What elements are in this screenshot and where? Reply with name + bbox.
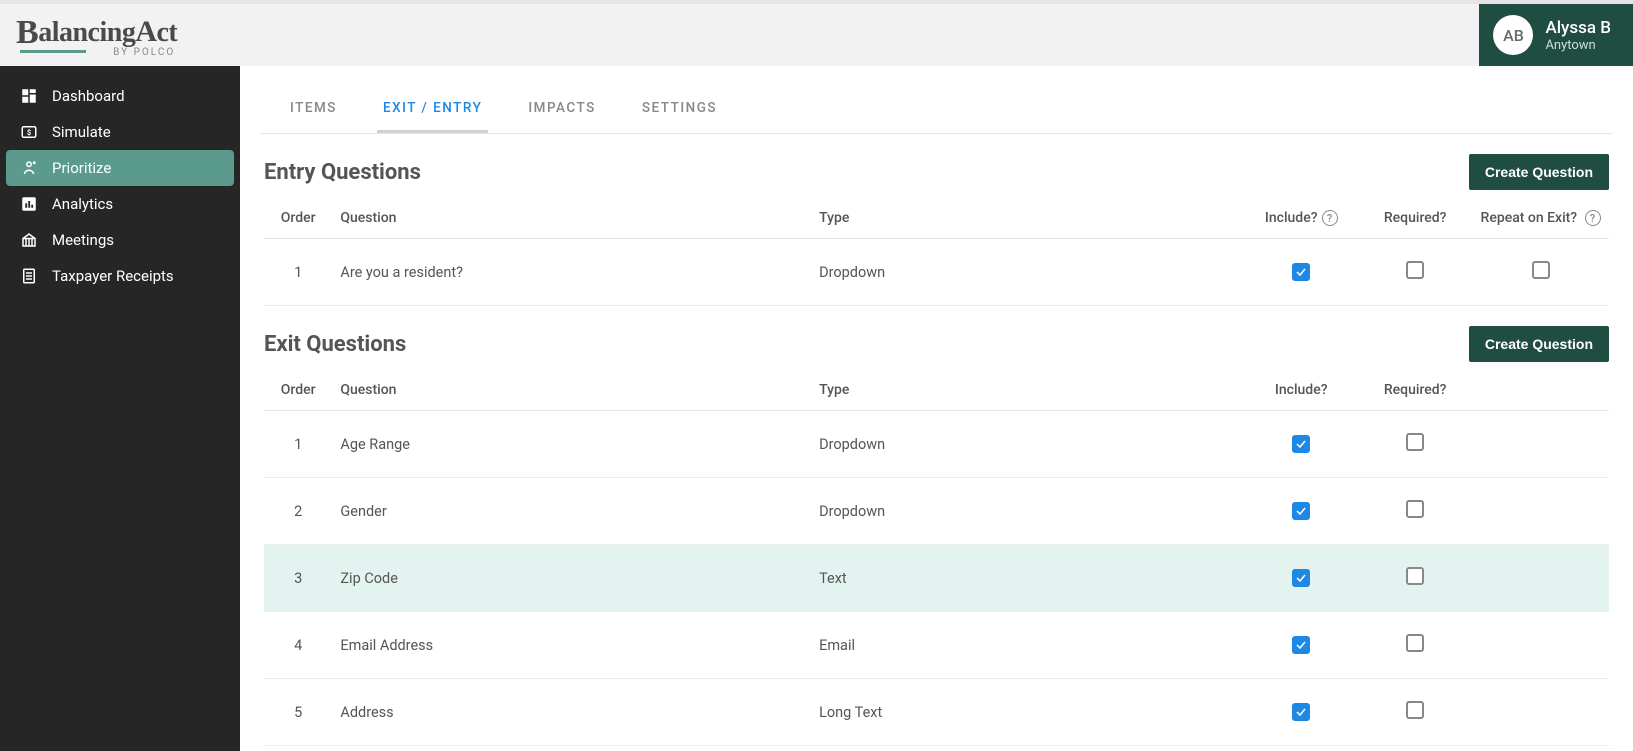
user-menu[interactable]: AB Alyssa B Anytown xyxy=(1479,4,1633,66)
entry-table: Order Question Type Include?? Required? … xyxy=(264,198,1609,306)
cell-type: Email xyxy=(811,612,1244,679)
dashboard-icon xyxy=(20,87,38,105)
create-exit-question-button[interactable]: Create Question xyxy=(1469,326,1609,362)
col-include: Include?? xyxy=(1244,198,1358,239)
include-checkbox[interactable] xyxy=(1292,263,1310,281)
cell-order: 2 xyxy=(264,478,332,545)
svg-text:$: $ xyxy=(27,128,31,137)
sidebar-item-meetings[interactable]: Meetings xyxy=(0,222,240,258)
help-icon[interactable]: ? xyxy=(1322,210,1338,226)
col-type: Type xyxy=(811,198,1244,239)
required-checkbox[interactable] xyxy=(1406,500,1424,518)
required-checkbox[interactable] xyxy=(1406,634,1424,652)
cell-type: Dropdown xyxy=(811,478,1244,545)
sidebar-item-label: Taxpayer Receipts xyxy=(52,267,174,285)
cell-order: 5 xyxy=(264,679,332,746)
prioritize-icon xyxy=(20,159,38,177)
cell-question: Address xyxy=(332,679,811,746)
table-row[interactable]: 1Age RangeDropdown xyxy=(264,411,1609,478)
table-row[interactable]: 2GenderDropdown xyxy=(264,478,1609,545)
sidebar-item-prioritize[interactable]: Prioritize xyxy=(6,150,234,186)
required-checkbox[interactable] xyxy=(1406,433,1424,451)
col-repeat: Repeat on Exit? ? xyxy=(1472,198,1609,239)
receipts-icon xyxy=(20,267,38,285)
required-checkbox[interactable] xyxy=(1406,261,1424,279)
user-name: Alyssa B xyxy=(1545,18,1611,38)
cell-type: Long Text xyxy=(811,679,1244,746)
required-checkbox[interactable] xyxy=(1406,701,1424,719)
sidebar-item-label: Analytics xyxy=(52,195,113,213)
cell-order: 1 xyxy=(264,411,332,478)
include-checkbox[interactable] xyxy=(1292,636,1310,654)
col-required: Required? xyxy=(1358,370,1472,411)
sidebar-item-analytics[interactable]: Analytics xyxy=(0,186,240,222)
cell-type: Dropdown xyxy=(811,411,1244,478)
entry-questions-section: Entry Questions Create Question Order Qu… xyxy=(240,134,1633,306)
include-checkbox[interactable] xyxy=(1292,435,1310,453)
col-question: Question xyxy=(332,198,811,239)
tab-impacts[interactable]: IMPACTS xyxy=(522,86,602,133)
col-question: Question xyxy=(332,370,811,411)
cell-question: Are you a resident? xyxy=(332,239,811,306)
exit-table: Order Question Type Include? Required? 1… xyxy=(264,370,1609,746)
exit-title: Exit Questions xyxy=(264,332,406,357)
tab-bar: ITEMS EXIT / ENTRY IMPACTS SETTINGS xyxy=(260,86,1613,134)
cell-question: Gender xyxy=(332,478,811,545)
include-checkbox[interactable] xyxy=(1292,502,1310,520)
sidebar-item-label: Simulate xyxy=(52,123,111,141)
avatar: AB xyxy=(1493,15,1533,55)
required-checkbox[interactable] xyxy=(1406,567,1424,585)
tab-items[interactable]: ITEMS xyxy=(284,86,343,133)
cell-order: 1 xyxy=(264,239,332,306)
include-checkbox[interactable] xyxy=(1292,703,1310,721)
entry-title: Entry Questions xyxy=(264,160,421,185)
cell-order: 4 xyxy=(264,612,332,679)
table-row[interactable]: 3Zip CodeText xyxy=(264,545,1609,612)
sidebar-item-label: Prioritize xyxy=(52,159,111,177)
col-order: Order xyxy=(264,370,332,411)
create-entry-question-button[interactable]: Create Question xyxy=(1469,154,1609,190)
logo[interactable]: BalancingAct BY POLCO xyxy=(16,12,177,58)
table-row[interactable]: 5AddressLong Text xyxy=(264,679,1609,746)
cell-type: Text xyxy=(811,545,1244,612)
logo-text: BalancingAct xyxy=(16,12,177,50)
help-icon[interactable]: ? xyxy=(1585,210,1601,226)
sidebar-item-simulate[interactable]: $ Simulate xyxy=(0,114,240,150)
sidebar-item-dashboard[interactable]: Dashboard xyxy=(0,78,240,114)
simulate-icon: $ xyxy=(20,123,38,141)
cell-type: Dropdown xyxy=(811,239,1244,306)
sidebar-item-label: Dashboard xyxy=(52,87,125,105)
analytics-icon xyxy=(20,195,38,213)
cell-question: Age Range xyxy=(332,411,811,478)
meetings-icon xyxy=(20,231,38,249)
sidebar: Dashboard $ Simulate Prioritize Analytics Mee… xyxy=(0,66,240,751)
col-order: Order xyxy=(264,198,332,239)
tab-settings[interactable]: SETTINGS xyxy=(636,86,723,133)
main-content: ITEMS EXIT / ENTRY IMPACTS SETTINGS Entry Q… xyxy=(240,66,1633,751)
logo-subtext: BY POLCO xyxy=(16,47,177,58)
cell-question: Zip Code xyxy=(332,545,811,612)
sidebar-item-taxpayer-receipts[interactable]: Taxpayer Receipts xyxy=(0,258,240,294)
col-type: Type xyxy=(811,370,1244,411)
cell-order: 3 xyxy=(264,545,332,612)
tab-exit-entry[interactable]: EXIT / ENTRY xyxy=(377,86,488,133)
sidebar-item-label: Meetings xyxy=(52,231,114,249)
include-checkbox[interactable] xyxy=(1292,569,1310,587)
user-org: Anytown xyxy=(1545,38,1611,53)
exit-questions-section: Exit Questions Create Question Order Que… xyxy=(240,306,1633,746)
repeat-checkbox[interactable] xyxy=(1532,261,1550,279)
table-row[interactable]: 1Are you a resident?Dropdown xyxy=(264,239,1609,306)
cell-question: Email Address xyxy=(332,612,811,679)
topbar: BalancingAct BY POLCO AB Alyssa B Anytow… xyxy=(0,0,1633,66)
col-required: Required? xyxy=(1358,198,1472,239)
col-include: Include? xyxy=(1244,370,1358,411)
table-row[interactable]: 4Email AddressEmail xyxy=(264,612,1609,679)
